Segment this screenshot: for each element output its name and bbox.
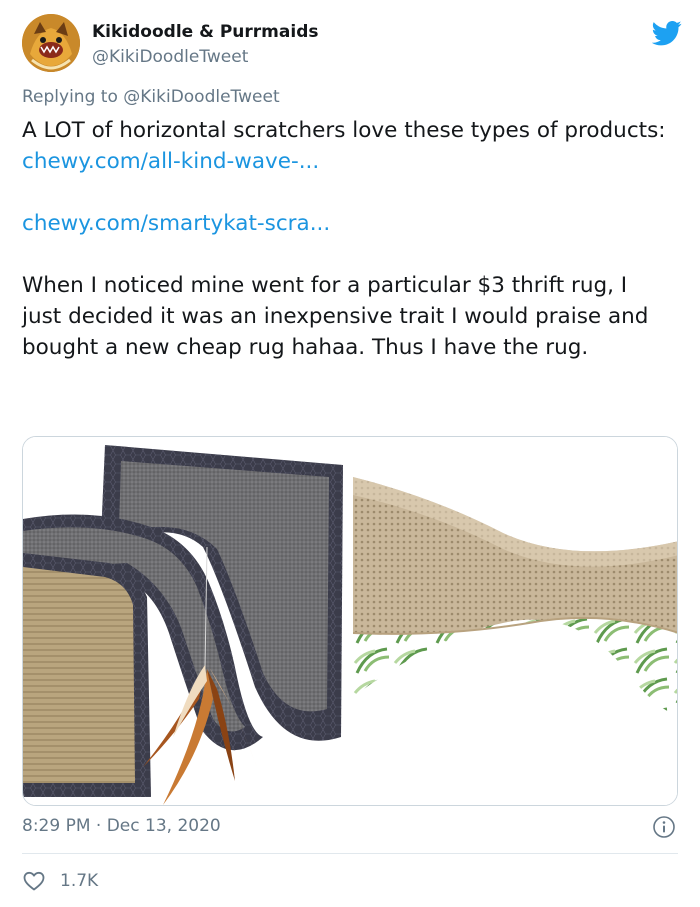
like-action[interactable]: 1.7K: [22, 868, 98, 894]
info-icon[interactable]: [652, 815, 676, 839]
reply-context: Replying to @KikiDoodleTweet: [22, 87, 280, 107]
tweet-text: A LOT of horizontal scratchers love thes…: [22, 115, 672, 363]
author-handle[interactable]: @KikiDoodleTweet: [92, 47, 248, 67]
reply-prefix: Replying to: [22, 87, 124, 107]
wave-scratcher-image[interactable]: [23, 437, 351, 805]
tweet-intro: A LOT of horizontal scratchers love thes…: [22, 118, 666, 143]
heart-icon[interactable]: [22, 869, 46, 893]
tweet-header: Kikidoodle & Purrmaids @KikiDoodleTweet: [22, 14, 682, 76]
tweet-media[interactable]: [22, 436, 678, 806]
tweet-timestamp[interactable]: 8:29 PM · Dec 13, 2020: [22, 816, 221, 836]
chewy-wave-link[interactable]: chewy.com/all-kind-wave-...: [22, 146, 672, 177]
cat-avatar-icon[interactable]: [22, 14, 80, 72]
cardboard-scratcher-image[interactable]: [353, 437, 677, 805]
tweet-body: When I noticed mine went for a particula…: [22, 273, 649, 360]
chewy-smartykat-link[interactable]: chewy.com/smartykat-scra...: [22, 208, 672, 239]
divider: [22, 853, 678, 854]
twitter-bird-icon[interactable]: [651, 18, 682, 48]
reply-mention-link[interactable]: @KikiDoodleTweet: [123, 87, 279, 107]
like-count: 1.7K: [60, 871, 99, 891]
author-name[interactable]: Kikidoodle & Purrmaids: [92, 22, 318, 42]
